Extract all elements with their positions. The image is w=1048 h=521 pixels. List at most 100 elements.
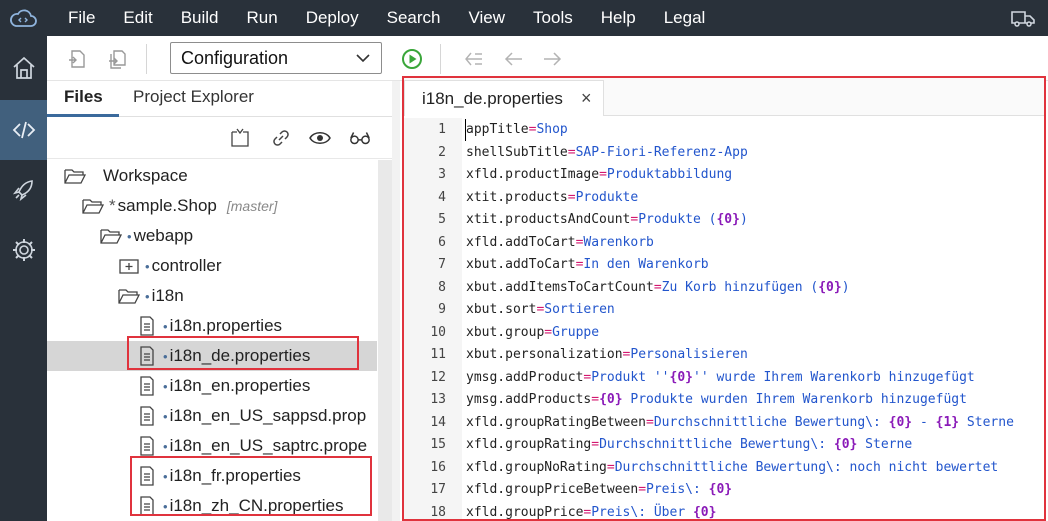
menu-run[interactable]: Run xyxy=(233,0,292,36)
code-line[interactable]: xbut.group=Gruppe xyxy=(466,322,599,344)
code-line[interactable]: xfld.productImage=Produktabbildung xyxy=(466,164,732,186)
tree-node-controller[interactable]: • controller xyxy=(47,251,377,281)
code-line[interactable]: xfld.addToCart=Warenkorb xyxy=(466,232,654,254)
code-line[interactable]: xbut.addItemsToCartCount=Zu Korb hinzufü… xyxy=(466,277,850,299)
tree-node-i18n-zh-cn-properties[interactable]: • i18n_zh_CN.properties xyxy=(47,491,377,521)
settings-button[interactable] xyxy=(0,220,47,280)
menu-file[interactable]: File xyxy=(54,0,109,36)
panel-splitter[interactable] xyxy=(392,81,400,521)
file-tree: Workspace * sample.Shop [master] • webap… xyxy=(47,159,377,521)
back-to-start-icon[interactable] xyxy=(463,48,485,70)
git-status-dot: • xyxy=(163,408,168,424)
development-button[interactable] xyxy=(0,100,47,160)
code-line[interactable]: xfld.groupNoRating=Durchschnittliche Bew… xyxy=(466,457,998,479)
assignment-operator: = xyxy=(606,459,615,475)
property-value: SAP-Fiori-Referenz-App xyxy=(575,144,748,160)
code-line[interactable]: xbut.addToCart=In den Warenkorb xyxy=(466,254,709,276)
glasses-icon[interactable] xyxy=(349,127,371,149)
close-icon[interactable]: × xyxy=(581,88,592,109)
cloud-code-logo-icon[interactable] xyxy=(8,7,38,29)
property-value: '' wurde Ihrem Warenkorb hinzugefügt xyxy=(693,369,975,385)
code-line[interactable]: xbut.sort=Sortieren xyxy=(466,299,615,321)
navigate-forward-icon[interactable] xyxy=(541,48,563,70)
new-file-icon[interactable] xyxy=(66,48,88,70)
tree-node-label: i18n_fr.properties xyxy=(169,466,301,485)
line-number: 7 xyxy=(438,257,446,272)
run-icon[interactable] xyxy=(401,48,423,70)
tree-node-webapp[interactable]: • webapp xyxy=(47,221,377,251)
menu-legal[interactable]: Legal xyxy=(650,0,720,36)
code-line[interactable]: ymsg.addProduct=Produkt ''{0}'' wurde Ih… xyxy=(466,367,975,389)
tree-node-i18n-en-properties[interactable]: • i18n_en.properties xyxy=(47,371,377,401)
activity-bar xyxy=(0,36,47,521)
line-number: 12 xyxy=(430,369,446,385)
property-value: - xyxy=(912,414,936,430)
code-line[interactable]: xfld.groupRating=Durchschnittliche Bewer… xyxy=(466,434,912,456)
tree-node-i18n-properties[interactable]: • i18n.properties xyxy=(47,311,377,341)
menu-help[interactable]: Help xyxy=(587,0,650,36)
run-configuration-select[interactable]: Configuration xyxy=(170,42,382,74)
line-number: 14 xyxy=(430,414,446,430)
navigate-back-icon[interactable] xyxy=(503,48,525,70)
code-line[interactable]: xtit.productsAndCount=Produkte ({0}) xyxy=(466,209,748,231)
tree-node-workspace[interactable]: Workspace xyxy=(47,161,377,191)
deploy-button[interactable] xyxy=(0,160,47,220)
code-line[interactable]: ymsg.addProducts={0} Produkte wurden Ihr… xyxy=(466,389,967,411)
menu-edit[interactable]: Edit xyxy=(109,0,166,36)
link-icon[interactable] xyxy=(270,127,292,149)
tab-files[interactable]: Files xyxy=(64,81,103,117)
menu-build[interactable]: Build xyxy=(167,0,233,36)
tree-node-label: i18n xyxy=(151,286,184,305)
import-icon[interactable] xyxy=(106,48,128,70)
assignment-operator: = xyxy=(591,392,600,407)
code-text-area[interactable]: appTitle=Shop shellSubTitle=SAP-Fiori-Ref… xyxy=(462,118,1046,521)
folder-closed-icon xyxy=(117,255,141,277)
tree-node-i18n-de-properties[interactable]: • i18n_de.properties xyxy=(47,341,377,371)
property-key: xfld.groupRatingBetween xyxy=(466,414,647,430)
code-line[interactable]: xbut.personalization=Personalisieren xyxy=(466,344,748,366)
menu-view[interactable]: View xyxy=(455,0,520,36)
tree-node-i18n-en-us-saptrc[interactable]: • i18n_en_US_saptrc.prope xyxy=(47,431,377,461)
editor-tab-i18n-de[interactable]: i18n_de.properties × xyxy=(404,80,604,116)
tree-node-i18n[interactable]: • i18n xyxy=(47,281,377,311)
tree-node-label: i18n_en_US_saptrc.prope xyxy=(169,436,368,455)
placeholder-token: {0} xyxy=(833,437,858,452)
git-status-dot: • xyxy=(163,378,168,394)
property-value: Sterne xyxy=(959,414,1014,430)
gear-icon xyxy=(12,239,35,261)
property-key: ymsg.addProduct xyxy=(466,369,584,385)
menu-search[interactable]: Search xyxy=(373,0,455,36)
home-button[interactable] xyxy=(0,38,47,98)
menu-deploy[interactable]: Deploy xyxy=(292,0,373,36)
workspace-panel: Files Project Explorer Workspace * sampl… xyxy=(47,81,392,521)
property-value: Preis\: Über xyxy=(591,504,693,520)
line-number: 5 xyxy=(438,212,446,227)
collapse-all-icon[interactable] xyxy=(229,127,251,149)
folder-open-icon xyxy=(63,165,87,187)
delivery-truck-icon[interactable] xyxy=(1010,7,1036,29)
tab-project-explorer[interactable]: Project Explorer xyxy=(133,81,254,117)
eye-icon[interactable] xyxy=(309,127,331,149)
placeholder-token: {0} xyxy=(669,369,693,385)
toolbar-separator xyxy=(146,44,147,74)
property-key: appTitle xyxy=(466,122,529,137)
git-status-dot: • xyxy=(145,288,150,304)
code-line[interactable]: appTitle=Shop xyxy=(466,119,568,141)
tree-node-label: sample.Shop xyxy=(117,196,217,215)
code-line[interactable]: xtit.products=Produkte xyxy=(466,187,638,209)
property-key: xfld.groupPriceBetween xyxy=(466,482,639,497)
tree-scrollbar[interactable] xyxy=(378,160,392,521)
property-value: ) xyxy=(841,279,850,295)
tree-node-i18n-fr-properties[interactable]: • i18n_fr.properties xyxy=(47,461,377,491)
menu-tools[interactable]: Tools xyxy=(519,0,587,36)
tree-node-i18n-en-us-sappsd[interactable]: • i18n_en_US_sappsd.prop xyxy=(47,401,377,431)
tree-node-project[interactable]: * sample.Shop [master] xyxy=(47,191,377,221)
code-line[interactable]: shellSubTitle=SAP-Fiori-Referenz-App xyxy=(466,142,748,164)
code-line[interactable]: xfld.groupRatingBetween=Durchschnittlich… xyxy=(466,412,1014,434)
property-value: Warenkorb xyxy=(583,234,654,250)
code-line[interactable]: xfld.groupPrice=Preis\: Über {0} xyxy=(466,502,716,521)
line-number: 3 xyxy=(438,167,446,182)
rocket-icon xyxy=(12,180,33,202)
code-line[interactable]: xfld.groupPriceBetween=Preis\: {0} xyxy=(466,479,732,501)
git-status-dot: • xyxy=(163,348,168,364)
